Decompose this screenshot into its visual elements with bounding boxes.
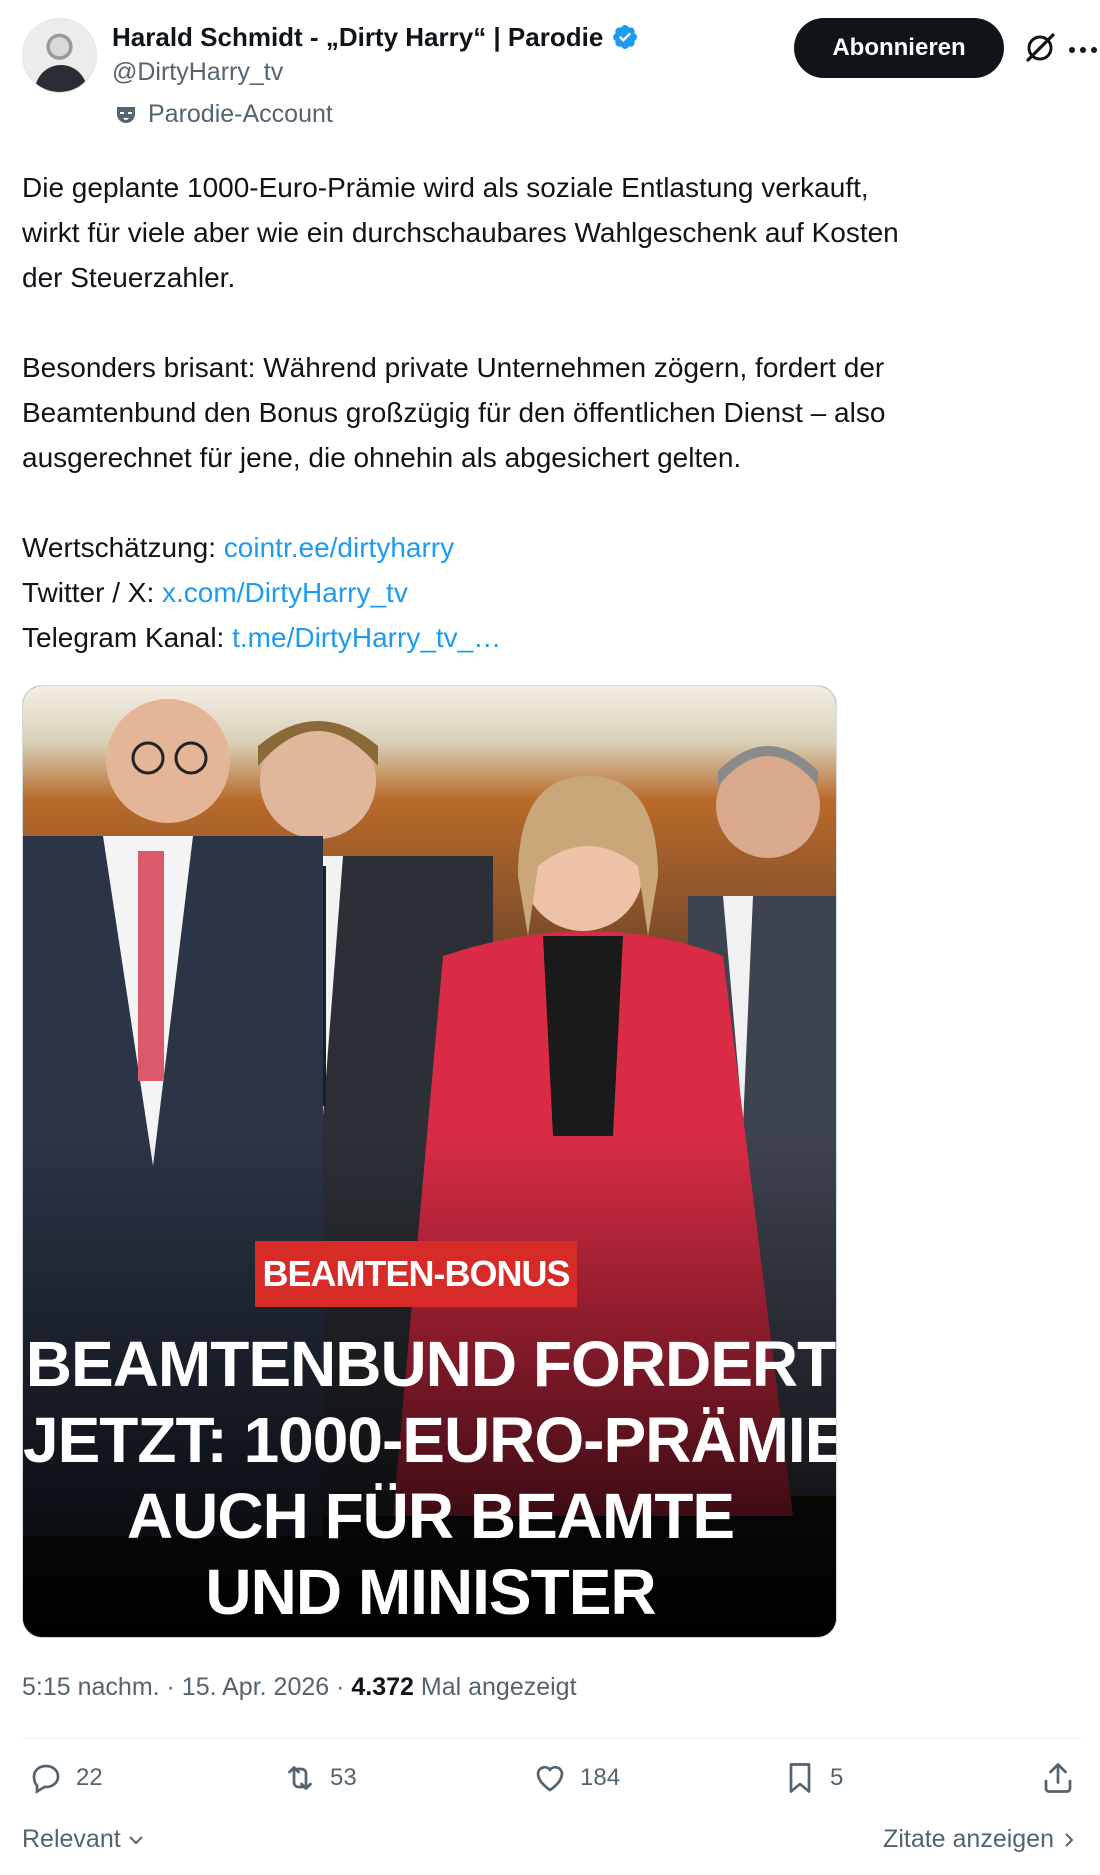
grok-icon[interactable] <box>1022 30 1058 66</box>
timestamp[interactable]: 5:15 nachm. · 15. Apr. 2026 · <box>22 1673 351 1701</box>
bookmark-button[interactable]: 5 <box>782 1760 843 1796</box>
link-line-twitter: Twitter / X: x.com/DirtyHarry_tv <box>22 570 1082 615</box>
headline-line: UND MINISTER <box>205 1556 656 1628</box>
donation-link[interactable]: cointr.ee/dirtyharry <box>224 532 454 563</box>
bookmark-icon <box>789 1763 811 1793</box>
avatar[interactable] <box>22 18 97 93</box>
repost-icon <box>288 1766 312 1790</box>
heart-icon <box>536 1765 564 1792</box>
link-label: Wertschätzung: <box>22 532 224 563</box>
headline-line: BEAMTENBUND FORDERT <box>25 1328 836 1400</box>
reply-icon <box>32 1764 60 1794</box>
verified-badge-icon <box>613 25 638 49</box>
subscribe-button[interactable]: Abonnieren <box>794 18 1004 78</box>
tweet-header: Harald Schmidt - „Dirty Harry“ | Parodie… <box>22 18 1097 136</box>
parody-label: Parodie-Account <box>114 100 333 129</box>
tweet-media-image[interactable]: BEAMTEN-BONUS BEAMTENBUND FORDERT JETZT:… <box>22 685 837 1638</box>
tweet-meta: 5:15 nachm. · 15. Apr. 2026 · 4.372 Mal … <box>22 1673 577 1702</box>
share-icon <box>1044 1763 1072 1793</box>
link-line-telegram: Telegram Kanal: t.me/DirtyHarry_tv_… <box>22 615 1082 660</box>
author-handle[interactable]: @DirtyHarry_tv <box>112 58 283 87</box>
text-line: ausgerechnet für jene, die ohnehin als a… <box>22 442 742 473</box>
repost-count: 53 <box>330 1764 357 1791</box>
headline-line: AUCH FÜR BEAMTE <box>126 1480 735 1552</box>
telegram-link[interactable]: t.me/DirtyHarry_tv_… <box>232 622 501 653</box>
link-line-donation: Wertschätzung: cointr.ee/dirtyharry <box>22 525 1082 570</box>
view-label: Mal angezeigt <box>413 1673 577 1701</box>
parody-mask-icon <box>117 106 135 123</box>
more-options-icon[interactable] <box>1068 46 1098 54</box>
share-button[interactable] <box>1040 1760 1088 1796</box>
sort-label: Relevant <box>22 1825 121 1853</box>
media-headline: BEAMTENBUND FORDERT JETZT: 1000-EURO-PRÄ… <box>23 1326 837 1630</box>
media-badge: BEAMTEN-BONUS <box>255 1241 577 1307</box>
reply-button[interactable]: 22 <box>28 1760 103 1796</box>
chevron-right-icon <box>1065 1832 1074 1847</box>
divider <box>22 1738 1082 1739</box>
reply-count: 22 <box>76 1764 103 1791</box>
bookmark-count: 5 <box>830 1764 844 1791</box>
text-line: wirkt für viele aber wie ein durchschaub… <box>22 217 899 248</box>
like-button[interactable]: 184 <box>532 1760 620 1796</box>
text-line: Beamtenbund den Bonus großzügig für den … <box>22 397 886 428</box>
link-label: Twitter / X: <box>22 577 163 608</box>
text-line: der Steuerzahler. <box>22 262 236 293</box>
action-bar: 22 53 184 5 <box>22 1760 1082 1810</box>
view-quotes-link[interactable]: Zitate anzeigen <box>883 1825 1078 1854</box>
text-line: Die geplante 1000-Euro-Prämie wird als s… <box>22 172 869 203</box>
link-label: Telegram Kanal: <box>22 622 233 653</box>
parody-label-text: Parodie-Account <box>148 100 333 128</box>
repost-button[interactable]: 53 <box>282 1760 357 1796</box>
text-line: Besonders brisant: Während private Unter… <box>22 352 885 383</box>
author-name-row: Harald Schmidt - „Dirty Harry“ | Parodie <box>112 20 639 54</box>
headline-line: JETZT: 1000-EURO-PRÄMIE <box>23 1404 837 1476</box>
like-count: 184 <box>580 1764 621 1791</box>
sort-dropdown[interactable]: Relevant <box>22 1825 145 1854</box>
quotes-label: Zitate anzeigen <box>883 1825 1054 1853</box>
twitter-link[interactable]: x.com/DirtyHarry_tv <box>162 577 408 608</box>
author-name[interactable]: Harald Schmidt - „Dirty Harry“ | Parodie <box>112 22 603 53</box>
chevron-down-icon <box>128 1835 143 1844</box>
view-count: 4.372 <box>351 1673 414 1701</box>
tweet-text: Die geplante 1000-Euro-Prämie wird als s… <box>22 165 1082 660</box>
